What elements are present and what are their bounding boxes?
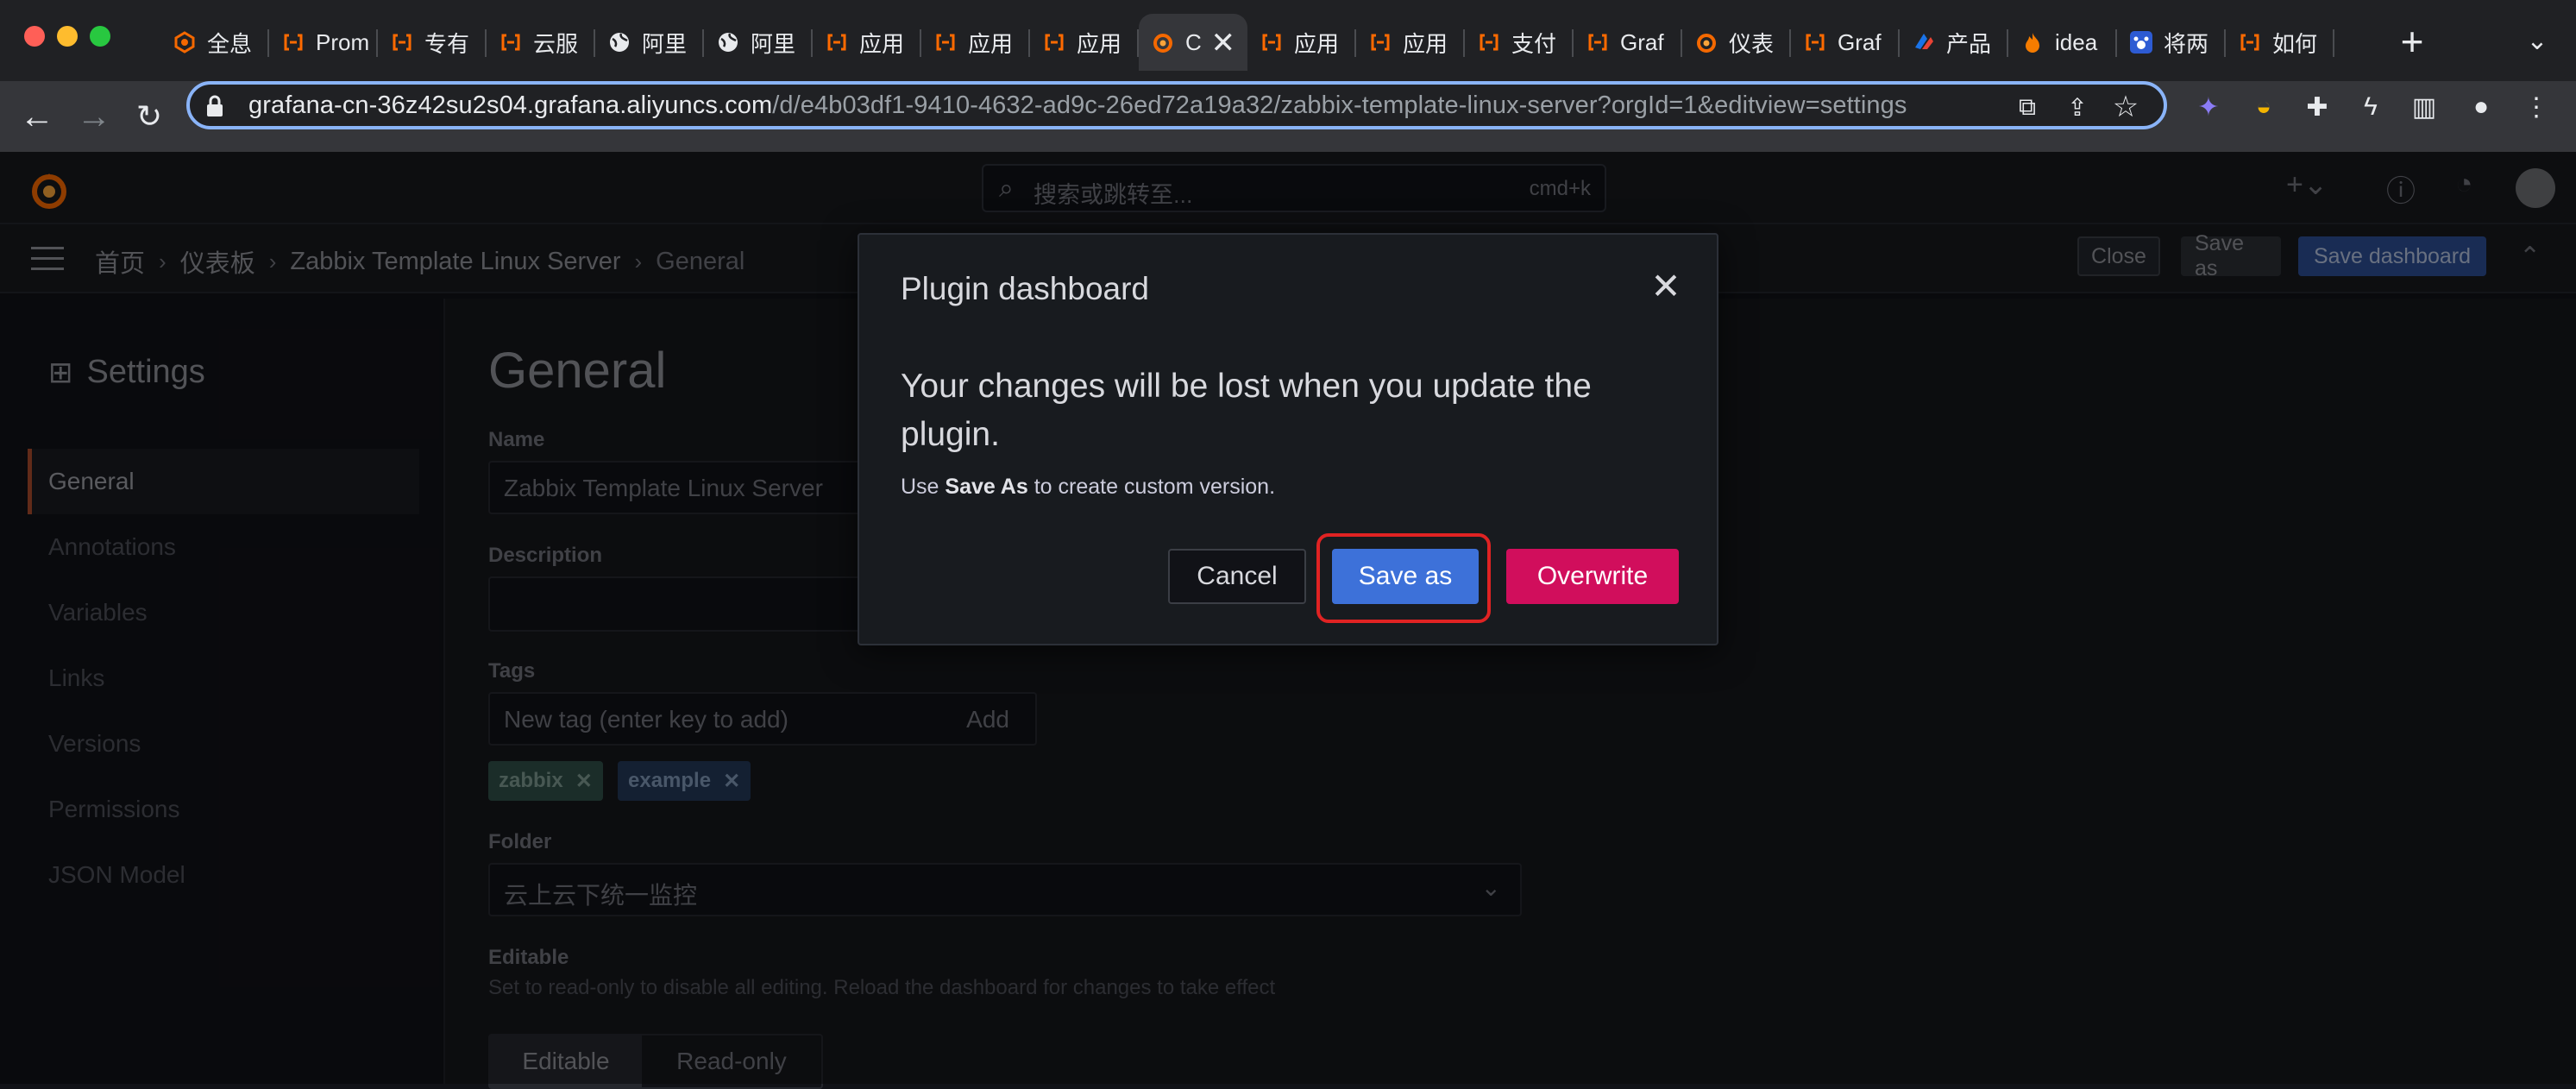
subtext-prefix: Use xyxy=(901,475,946,499)
bracket-icon xyxy=(1477,30,1501,54)
close-icon[interactable]: ✕ xyxy=(1644,264,1687,307)
bracket-icon xyxy=(499,30,523,54)
new-tab-button[interactable]: + xyxy=(2388,16,2436,67)
browser-tab[interactable]: 阿里 xyxy=(595,14,704,71)
window-minimize-button[interactable] xyxy=(57,26,78,47)
browser-tab[interactable]: 应用 xyxy=(813,14,921,71)
profile-icon[interactable]: ● xyxy=(2464,90,2498,124)
bracket-icon xyxy=(390,30,414,54)
bracket-icon xyxy=(1803,30,1827,54)
browser-tab-label: 应用 xyxy=(1403,30,1448,57)
browser-tab-label: 将两 xyxy=(2164,30,2209,57)
globe-icon xyxy=(716,30,740,54)
modal-title: Plugin dashboard xyxy=(901,271,1149,306)
browser-tab[interactable]: 如何 xyxy=(2226,14,2334,71)
tab-close-icon[interactable]: ✕ xyxy=(1211,26,1236,60)
modal-subtext: Use Save As to create custom version. xyxy=(901,475,1275,500)
browser-tab-label: 如何 xyxy=(2272,30,2318,57)
browser-tab-label: 专有 xyxy=(424,30,470,57)
subtext-bold: Save As xyxy=(945,475,1028,499)
modal-message: Your changes will be lost when you updat… xyxy=(901,368,1592,453)
browser-tab[interactable]: 将两 xyxy=(2117,14,2226,71)
browser-tab-label: Graf xyxy=(1838,28,1882,55)
browser-tab[interactable]: Prom xyxy=(269,14,378,71)
browser-tabs: 全息 Prom 专有 云服 阿里 阿里 应用 应用 应用 C ✕ 应用 应用 支付 Graf 仪表 Graf 产品… xyxy=(160,14,2334,71)
browser-tab-label: 产品 xyxy=(1946,30,1992,57)
browser-tab-label: 支付 xyxy=(1511,30,1557,57)
overwrite-button[interactable]: Overwrite xyxy=(1506,549,1679,604)
translate-icon[interactable]: ⧉ xyxy=(2012,91,2043,123)
browser-tab[interactable]: 专有 xyxy=(378,14,487,71)
browser-tab[interactable]: 应用 xyxy=(921,14,1030,71)
address-bar[interactable]: grafana-cn-36z42su2s04.grafana.aliyuncs.… xyxy=(186,81,2167,129)
forward-button[interactable]: → xyxy=(71,93,117,140)
browser-tab-label: 阿里 xyxy=(642,30,688,57)
url-text: grafana-cn-36z42su2s04.grafana.aliyuncs.… xyxy=(248,91,1907,120)
reload-button[interactable]: ↻ xyxy=(126,93,173,140)
bracket-icon xyxy=(933,30,958,54)
more-menu-icon[interactable]: ⋮ xyxy=(2519,90,2554,124)
tab-search-chevron-icon[interactable]: ⌄ xyxy=(2516,19,2559,62)
browser-tab-label: 全息 xyxy=(207,30,253,57)
browser-tab-label: 应用 xyxy=(968,30,1014,57)
bookmark-star-icon[interactable]: ☆ xyxy=(2110,91,2141,123)
extension-icon[interactable]: ✦ xyxy=(2191,90,2226,124)
browser-tab[interactable]: 全息 xyxy=(160,14,269,71)
bracket-icon xyxy=(2238,30,2262,54)
browser-tab-label: 云服 xyxy=(533,30,579,57)
bracket-icon xyxy=(1042,30,1066,54)
window-close-button[interactable] xyxy=(24,26,45,47)
browser-tab-label: 阿里 xyxy=(751,30,796,57)
lock-icon xyxy=(207,95,223,116)
browser-tab-label: C xyxy=(1185,28,1202,55)
browser-tab[interactable]: 应用 xyxy=(1247,14,1356,71)
browser-tab-strip: 全息 Prom 专有 云服 阿里 阿里 应用 应用 应用 C ✕ 应用 应用 支付 Graf 仪表 Graf 产品… xyxy=(0,0,2576,81)
browser-tab[interactable]: 产品 xyxy=(1900,14,2008,71)
stack-icon xyxy=(1912,30,1936,54)
bracket-icon xyxy=(1260,30,1284,54)
browser-tab[interactable]: Graf xyxy=(1574,14,1682,71)
grafana-swirl-icon xyxy=(173,30,197,54)
browser-tab-label: idea xyxy=(2055,28,2098,55)
cancel-button[interactable]: Cancel xyxy=(1168,549,1306,604)
genie-extension-icon[interactable]: ◒ xyxy=(2246,90,2281,124)
back-button[interactable]: ← xyxy=(14,93,60,140)
globe-icon xyxy=(607,30,631,54)
browser-tab-label: 应用 xyxy=(859,30,905,57)
browser-tab-label: Graf xyxy=(1620,28,1664,55)
bracket-icon xyxy=(1586,30,1610,54)
browser-tab-label: Prom xyxy=(316,28,370,55)
browser-tab[interactable]: 云服 xyxy=(487,14,595,71)
performance-icon[interactable]: ϟ xyxy=(2353,90,2388,124)
bracket-icon xyxy=(1368,30,1392,54)
grafana-icon xyxy=(1151,30,1175,54)
puzzle-extensions-icon[interactable]: ✚ xyxy=(2300,90,2334,124)
browser-tab[interactable]: 阿里 xyxy=(704,14,813,71)
subtext-suffix: to create custom version. xyxy=(1027,475,1276,499)
bracket-icon xyxy=(281,30,305,54)
browser-tab[interactable]: 应用 xyxy=(1030,14,1139,71)
share-icon[interactable]: ⇪ xyxy=(2062,91,2093,123)
side-panel-icon[interactable]: ▥ xyxy=(2407,90,2441,124)
browser-tab-label: 应用 xyxy=(1077,30,1122,57)
bracket-icon xyxy=(825,30,849,54)
browser-tab-label: 仪表 xyxy=(1729,30,1775,57)
browser-tab[interactable]: 应用 xyxy=(1356,14,1465,71)
plugin-dashboard-modal: Plugin dashboard ✕ Your changes will be … xyxy=(858,233,1718,645)
browser-tab-label: 应用 xyxy=(1294,30,1340,57)
modal-save-as-button[interactable]: Save as xyxy=(1332,549,1479,604)
browser-tab[interactable]: C ✕ xyxy=(1139,14,1247,71)
url-path: /d/e4b03df1-9410-4632-ad9c-26ed72a19a32/… xyxy=(772,91,1907,119)
grafana-icon xyxy=(1694,30,1718,54)
browser-tab[interactable]: Graf xyxy=(1791,14,1900,71)
window-zoom-button[interactable] xyxy=(90,26,110,47)
browser-tab[interactable]: 仪表 xyxy=(1682,14,1791,71)
browser-tab[interactable]: 支付 xyxy=(1465,14,1574,71)
url-host: grafana-cn-36z42su2s04.grafana.aliyuncs.… xyxy=(248,91,773,119)
flame-icon xyxy=(2020,30,2045,54)
browser-tab[interactable]: idea xyxy=(2008,14,2117,71)
paw-icon xyxy=(2129,30,2153,54)
